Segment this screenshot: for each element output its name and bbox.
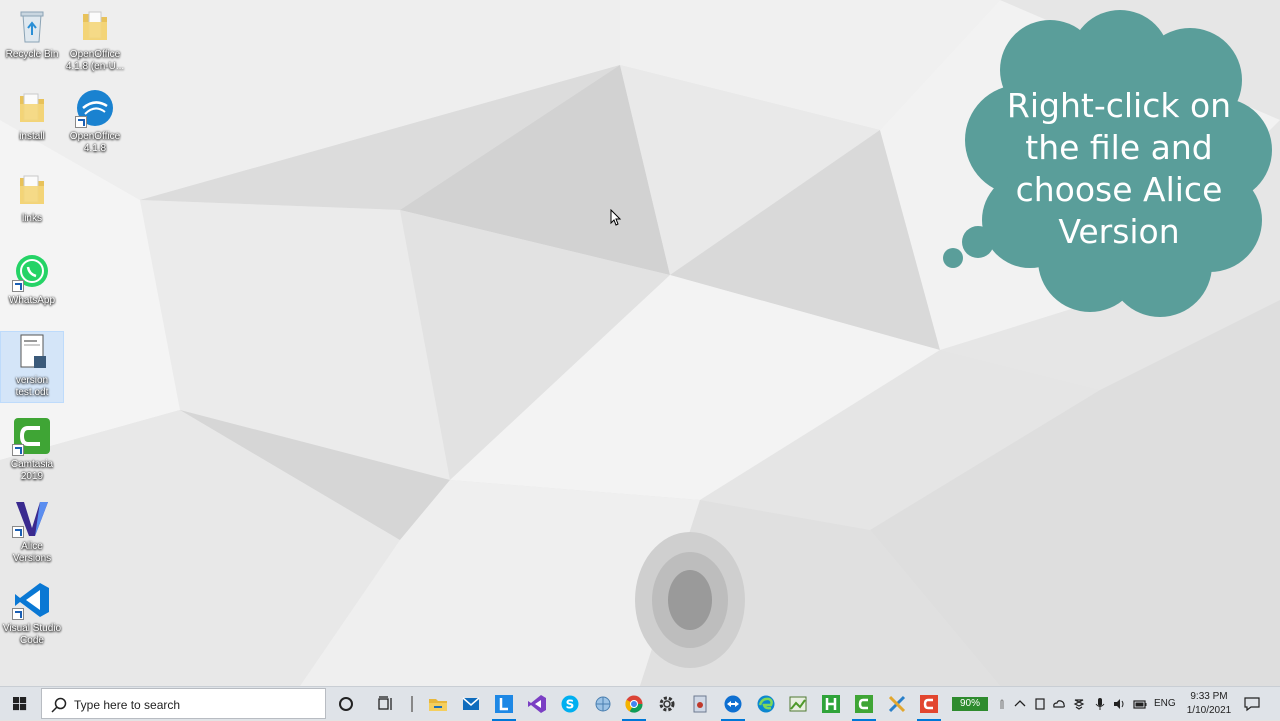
action-center-icon[interactable]: [1244, 696, 1260, 712]
recycle-bin-icon: [20, 11, 44, 43]
mouse-cursor-icon: [610, 209, 622, 226]
camtasia-recorder-button[interactable]: [915, 690, 943, 721]
dropbox-icon[interactable]: [1072, 697, 1086, 711]
links-folder[interactable]: links: [1, 170, 63, 225]
microphone-icon[interactable]: [1093, 697, 1107, 711]
search-placeholder: Type here to search: [74, 698, 181, 712]
icon-label: install: [19, 131, 45, 142]
callout-text: Right-click on the file and choose Alice…: [1006, 86, 1232, 251]
chrome-icon: [625, 695, 643, 713]
start-button[interactable]: [0, 687, 40, 721]
clock-date: 1/10/2021: [1186, 705, 1232, 716]
search-icon: [51, 697, 67, 713]
cortana-circle-icon: [339, 697, 353, 711]
edge-icon: [757, 695, 775, 713]
network-tool-icon: [595, 696, 611, 712]
vscode-shortcut[interactable]: Visual Studio Code: [1, 580, 63, 647]
icon-label: version test.odt: [15, 375, 49, 398]
task-view-icon: [378, 696, 392, 710]
chrome-button[interactable]: [620, 690, 648, 721]
tray-touch-icon[interactable]: [995, 697, 1009, 711]
file-explorer-button[interactable]: [424, 690, 452, 718]
skype-button[interactable]: S: [556, 690, 584, 718]
icon-label: Camtasia 2019: [10, 459, 54, 482]
desktop-icon-area: Recycle Bin OpenOffice 4.1.8 (en-U... in…: [0, 0, 130, 686]
gear-icon: [659, 696, 675, 712]
h-app-icon: [822, 695, 840, 713]
whatsapp-shortcut[interactable]: WhatsApp: [1, 252, 63, 307]
icon-label: Visual Studio Code: [2, 623, 62, 646]
version-test-odt-file[interactable]: version test.odt: [0, 331, 64, 403]
battery-percentage-badge[interactable]: 90%: [952, 697, 988, 711]
h-app-button[interactable]: [817, 690, 845, 718]
shortcut-arrow-icon: [12, 444, 24, 456]
svg-text:S: S: [566, 698, 575, 712]
teamviewer-icon: [724, 695, 742, 713]
openoffice-installer-folder[interactable]: OpenOffice 4.1.8 (en-U...: [64, 6, 126, 73]
alice-versions-shortcut[interactable]: Alice Versions: [1, 498, 63, 565]
install-folder[interactable]: install: [1, 88, 63, 143]
image-tool-button[interactable]: [784, 690, 812, 718]
shortcut-arrow-icon: [12, 526, 24, 538]
icon-label: links: [21, 213, 42, 224]
icon-label: OpenOffice 4.1.8 (en-U...: [65, 49, 125, 72]
taskbar: Type here to search S 90% ENG 9:33 PM 1/…: [0, 686, 1280, 721]
battery-icon[interactable]: [1133, 697, 1147, 711]
onedrive-cloud-icon[interactable]: [1052, 697, 1066, 711]
icon-label: OpenOffice 4.1.8: [69, 131, 121, 154]
camtasia-recorder-icon: [920, 695, 938, 713]
file-explorer-icon: [429, 699, 447, 711]
shortcut-arrow-icon: [75, 116, 87, 128]
speaker-icon[interactable]: [1112, 697, 1126, 711]
folder-icon: [20, 93, 44, 122]
tools-button[interactable]: [883, 690, 911, 718]
visual-studio-button[interactable]: [523, 690, 551, 718]
chevron-up-icon[interactable]: [1013, 697, 1027, 711]
recycle-bin[interactable]: Recycle Bin: [1, 6, 63, 61]
tray-device-icon[interactable]: [1033, 697, 1047, 711]
settings-button[interactable]: [653, 690, 681, 718]
network-tool-button[interactable]: [589, 690, 617, 718]
document-app-icon: [693, 695, 707, 713]
l-app-button[interactable]: [490, 690, 518, 721]
image-tool-icon: [789, 696, 807, 712]
icon-label: Alice Versions: [12, 541, 52, 564]
icon-label: Recycle Bin: [5, 49, 59, 60]
windows-logo-icon: [13, 697, 27, 711]
camtasia-icon: [855, 695, 873, 713]
camtasia-shortcut[interactable]: Camtasia 2019: [1, 416, 63, 483]
skype-icon: S: [561, 695, 579, 713]
icon-label: WhatsApp: [8, 295, 56, 306]
edge-button[interactable]: [752, 690, 780, 718]
shortcut-arrow-icon: [12, 608, 24, 620]
teamviewer-button[interactable]: [719, 690, 747, 721]
separator-icon: [411, 696, 413, 712]
shortcut-arrow-icon: [12, 280, 24, 292]
tools-icon: [888, 695, 906, 713]
taskbar-search-box[interactable]: Type here to search: [41, 688, 326, 719]
file-app-button[interactable]: [686, 690, 714, 718]
visual-studio-icon: [528, 695, 546, 713]
taskbar-clock[interactable]: 9:33 PM 1/10/2021: [1184, 690, 1234, 718]
mail-button[interactable]: [457, 690, 485, 718]
clock-time: 9:33 PM: [1190, 691, 1228, 702]
l-app-icon: [495, 695, 513, 713]
cortana-button[interactable]: [332, 690, 360, 718]
mail-icon: [462, 697, 480, 710]
document-icon: [20, 334, 46, 368]
openoffice-shortcut[interactable]: OpenOffice 4.1.8: [64, 88, 126, 155]
folder-icon: [20, 175, 44, 204]
camtasia-taskbar-button[interactable]: [850, 690, 878, 721]
folder-icon: [83, 11, 107, 40]
task-view-button[interactable]: [372, 690, 400, 718]
input-language-indicator[interactable]: ENG: [1154, 698, 1176, 709]
taskbar-separator-app[interactable]: [398, 690, 422, 718]
